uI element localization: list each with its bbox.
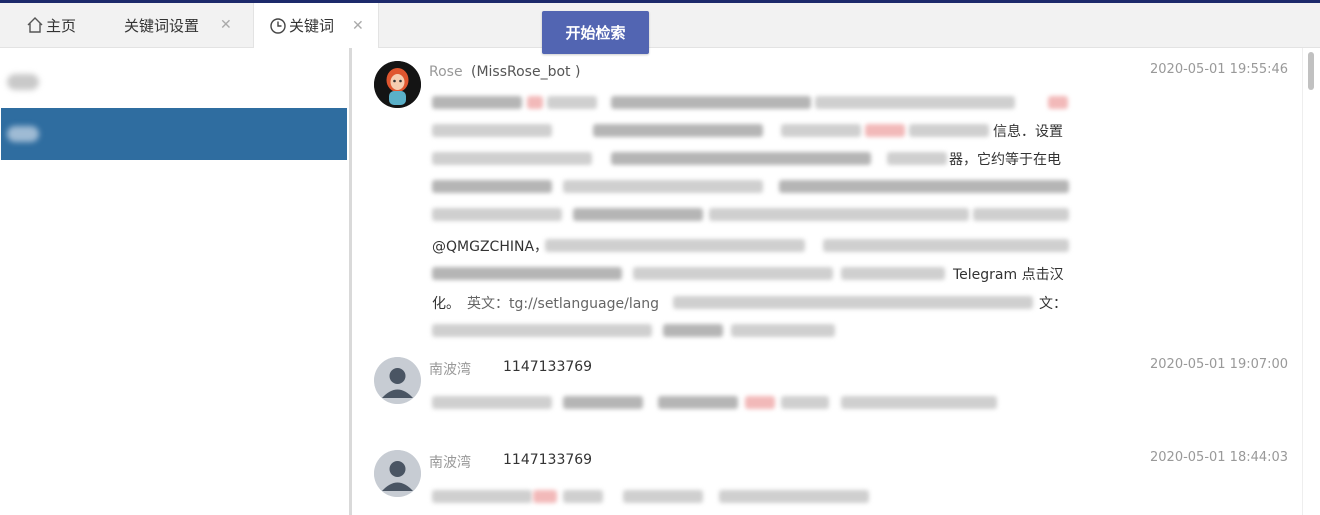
clock-icon (269, 17, 287, 35)
redacted-text (432, 208, 562, 221)
redacted-text (823, 239, 1069, 252)
tab-keyword-settings[interactable]: 关键词设置 ✕ (124, 3, 232, 47)
redacted-text (563, 180, 763, 193)
tab-home[interactable]: 主页 (26, 3, 76, 47)
sender-name: 南波湾 (429, 455, 471, 471)
message-text: 信息．设置 (993, 124, 1063, 140)
message-list: Rose (MissRose_bot ) 2020-05-01 19:55:46… (353, 48, 1303, 515)
redacted-text (841, 396, 997, 409)
sender-id: 1147133769 (503, 359, 593, 375)
redacted-text (779, 180, 1069, 193)
redacted-text (709, 208, 969, 221)
redacted-text (887, 152, 947, 165)
redacted-text (533, 490, 557, 503)
tab-keywords[interactable]: 关键词 ✕ (253, 3, 379, 48)
redacted-label (7, 126, 39, 142)
redacted-text (663, 324, 723, 337)
message-text: @QMGZCHINA， (432, 239, 549, 255)
redacted-label (7, 74, 39, 90)
tab-home-label: 主页 (46, 16, 77, 35)
redacted-text (815, 96, 1015, 109)
redacted-text (781, 396, 829, 409)
user-avatar-icon (374, 450, 421, 497)
redacted-text (432, 267, 622, 280)
message-item: Rose (MissRose_bot ) 2020-05-01 19:55:46… (353, 48, 1303, 348)
redacted-text (731, 324, 835, 337)
message-text: 文： (1039, 296, 1067, 312)
sidebar-item[interactable] (1, 56, 347, 108)
redacted-text (781, 124, 861, 137)
redacted-text (432, 124, 552, 137)
message-item: 南波湾 1147133769 2020-05-01 19:07:00 (353, 348, 1303, 438)
home-icon (26, 16, 44, 34)
redacted-text (611, 96, 811, 109)
scrollbar-thumb[interactable] (1308, 52, 1314, 90)
redacted-text (545, 239, 805, 252)
bot-avatar (374, 61, 421, 108)
sender-id: 1147133769 (503, 452, 593, 468)
redacted-text (973, 208, 1069, 221)
redacted-text (563, 396, 643, 409)
redacted-text (573, 208, 703, 221)
message-text: 化。 (432, 296, 460, 312)
redacted-text (593, 124, 763, 137)
redacted-text (432, 96, 522, 109)
redacted-text (865, 124, 905, 137)
redacted-text (745, 396, 775, 409)
redacted-text (611, 152, 871, 165)
tab-keyword-settings-label: 关键词设置 (124, 16, 200, 35)
redacted-text (841, 267, 945, 280)
message-timestamp: 2020-05-01 19:55:46 (1150, 62, 1289, 77)
redacted-text (527, 96, 543, 109)
sidebar-splitter[interactable] (349, 48, 352, 515)
sidebar (0, 48, 350, 515)
message-timestamp: 2020-05-01 18:44:03 (1150, 450, 1289, 465)
sender-name: 南波湾 (429, 362, 471, 378)
redacted-text (432, 152, 592, 165)
close-icon[interactable]: ✕ (220, 17, 232, 33)
redacted-text (432, 396, 552, 409)
redacted-text (432, 490, 532, 503)
redacted-text (909, 124, 989, 137)
redacted-text (432, 324, 652, 337)
sender-id: (MissRose_bot ) (471, 64, 581, 80)
redacted-text (563, 490, 603, 503)
close-icon[interactable]: ✕ (352, 18, 364, 34)
redacted-text (432, 180, 552, 193)
sidebar-item-selected[interactable] (1, 108, 347, 160)
message-text: 英文：tg://setlanguage/lang (467, 296, 660, 312)
message-text: Telegram 点击汉 (953, 267, 1064, 283)
app-window: 主页 关键词设置 ✕ 关键词 ✕ 开始检索 Rose (MissRose_bot… (0, 0, 1320, 515)
redacted-text (719, 490, 869, 503)
message-scrollbar[interactable] (1302, 48, 1320, 515)
redacted-text (658, 396, 738, 409)
redacted-text (633, 267, 833, 280)
user-avatar-icon (374, 357, 421, 404)
message-text: 器，它约等于在电 (949, 152, 1061, 168)
tab-bar: 主页 关键词设置 ✕ 关键词 ✕ (0, 3, 1320, 48)
redacted-text (547, 96, 597, 109)
redacted-text (623, 490, 703, 503)
redacted-text (673, 296, 1033, 309)
sender-name: Rose (429, 64, 463, 80)
message-item: 南波湾 1147133769 2020-05-01 18:44:03 (353, 441, 1303, 515)
message-timestamp: 2020-05-01 19:07:00 (1150, 357, 1289, 372)
tab-keywords-label: 关键词 (289, 17, 335, 35)
redacted-text (1048, 96, 1068, 109)
